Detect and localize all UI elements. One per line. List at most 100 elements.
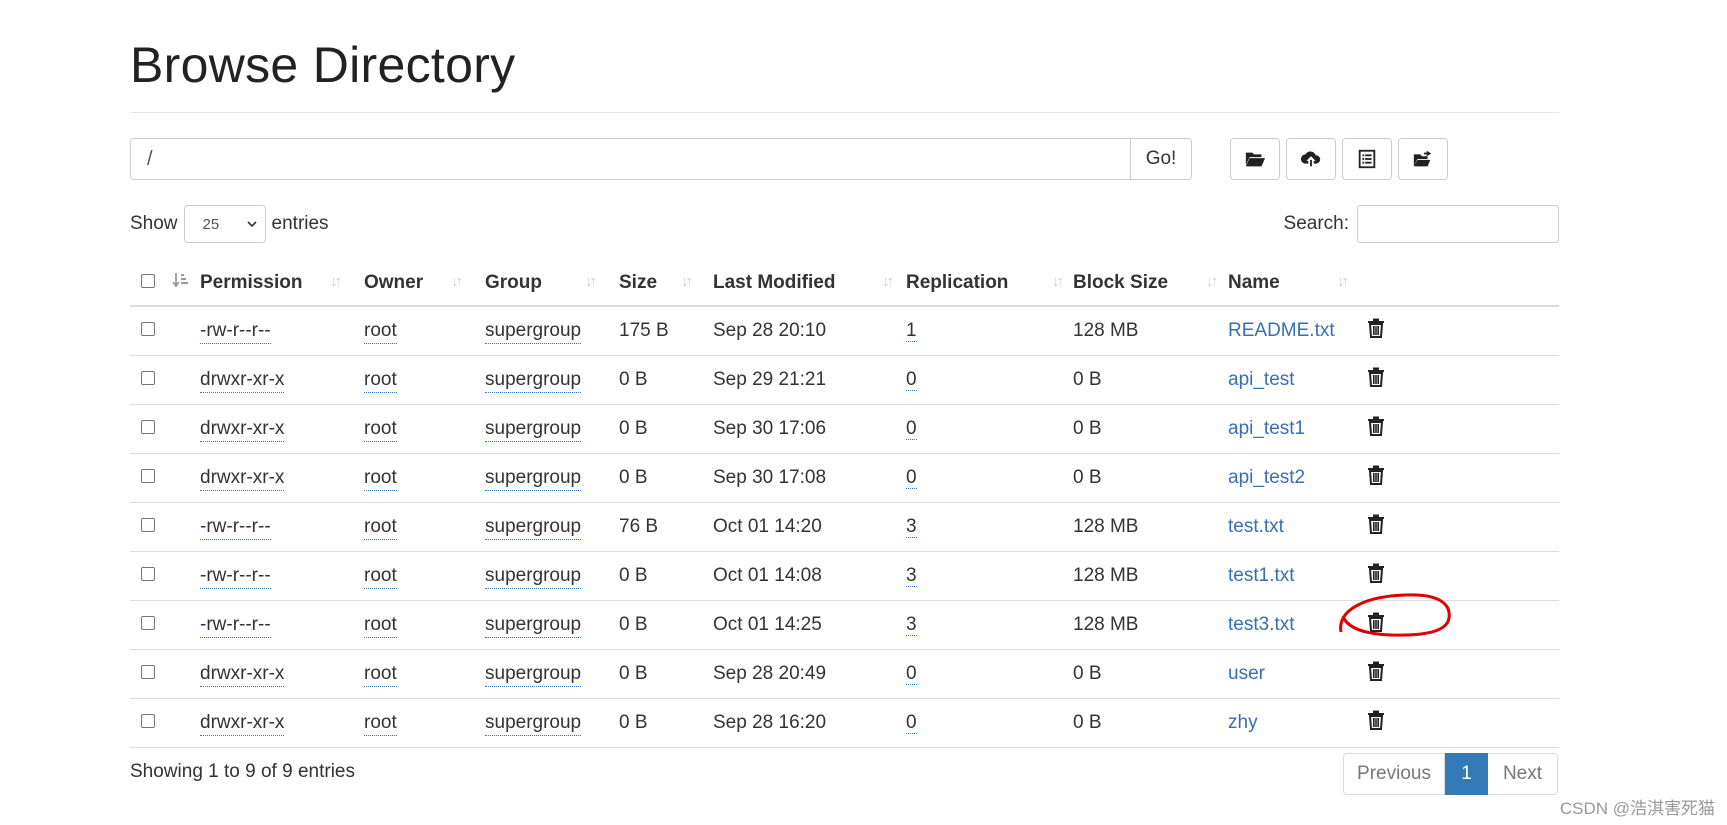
permission-cell[interactable]: -rw-r--r--: [200, 613, 271, 638]
replication-cell[interactable]: 0: [906, 466, 917, 489]
file-name-link[interactable]: test1.txt: [1228, 565, 1295, 586]
permission-cell[interactable]: drwxr-xr-x: [200, 417, 285, 442]
row-checkbox[interactable]: [141, 615, 155, 630]
file-name-link[interactable]: api_test: [1228, 369, 1295, 390]
owner-cell[interactable]: root: [364, 319, 397, 344]
delete-button[interactable]: [1360, 649, 1559, 699]
next-page-button[interactable]: Next: [1488, 753, 1558, 795]
row-checkbox[interactable]: [141, 713, 155, 728]
group-cell[interactable]: supergroup: [485, 613, 582, 638]
delete-button[interactable]: [1360, 551, 1559, 601]
delete-button[interactable]: [1360, 306, 1559, 356]
header-block-size[interactable]: Block Size ↓↑: [1073, 260, 1228, 307]
modified-cell: Oct 01 14:20: [713, 502, 906, 552]
move-button[interactable]: [1398, 138, 1448, 180]
row-checkbox[interactable]: [141, 566, 155, 581]
trash-icon: [1368, 563, 1384, 583]
folder-move-icon: [1413, 150, 1432, 167]
row-checkbox[interactable]: [141, 468, 155, 483]
permission-cell[interactable]: drwxr-xr-x: [200, 368, 285, 393]
upload-button[interactable]: [1286, 138, 1336, 180]
replication-cell[interactable]: 0: [906, 368, 917, 391]
permission-cell[interactable]: -rw-r--r--: [200, 515, 271, 540]
pagination: Previous 1 Next: [1343, 753, 1558, 795]
group-cell[interactable]: supergroup: [485, 711, 582, 736]
owner-cell[interactable]: root: [364, 564, 397, 589]
previous-page-button[interactable]: Previous: [1343, 753, 1445, 795]
trash-icon: [1368, 416, 1384, 436]
delete-button[interactable]: [1360, 355, 1559, 405]
replication-cell[interactable]: 3: [906, 515, 917, 538]
group-cell[interactable]: supergroup: [485, 662, 582, 687]
replication-cell[interactable]: 0: [906, 711, 917, 734]
permission-cell[interactable]: drwxr-xr-x: [200, 662, 285, 687]
entries-select[interactable]: 25: [183, 205, 266, 243]
delete-button[interactable]: [1360, 698, 1559, 748]
row-checkbox[interactable]: [141, 664, 155, 679]
file-name-link[interactable]: test.txt: [1228, 516, 1284, 537]
row-checkbox[interactable]: [141, 419, 155, 434]
delete-button[interactable]: [1360, 404, 1559, 454]
permission-cell[interactable]: drwxr-xr-x: [200, 466, 285, 491]
replication-cell[interactable]: 0: [906, 662, 917, 685]
permission-cell[interactable]: -rw-r--r--: [200, 564, 271, 589]
trash-icon: [1368, 514, 1384, 534]
file-name-link[interactable]: user: [1228, 663, 1265, 684]
select-all-checkbox[interactable]: [141, 273, 155, 288]
delete-button[interactable]: [1360, 453, 1559, 503]
header-permission[interactable]: Permission ↓↑: [200, 260, 364, 307]
permission-cell[interactable]: drwxr-xr-x: [200, 711, 285, 736]
file-name-link[interactable]: test3.txt: [1228, 614, 1295, 635]
cut-paste-button[interactable]: [1342, 138, 1392, 180]
page-1-button[interactable]: 1: [1445, 753, 1488, 795]
group-cell[interactable]: supergroup: [485, 515, 582, 540]
permission-cell[interactable]: -rw-r--r--: [200, 319, 271, 344]
go-button[interactable]: Go!: [1130, 138, 1192, 180]
create-directory-button[interactable]: [1230, 138, 1280, 180]
sort-default-header[interactable]: [172, 260, 200, 307]
row-checkbox[interactable]: [141, 517, 155, 532]
owner-cell[interactable]: root: [364, 613, 397, 638]
replication-cell[interactable]: 3: [906, 564, 917, 587]
group-cell[interactable]: supergroup: [485, 319, 582, 344]
owner-cell[interactable]: root: [364, 417, 397, 442]
table-row: drwxr-xr-x root supergroup 0 B Sep 28 20:49 0…: [130, 649, 1559, 699]
group-cell[interactable]: supergroup: [485, 368, 582, 393]
replication-cell[interactable]: 0: [906, 417, 917, 440]
replication-cell[interactable]: 1: [906, 319, 917, 342]
group-cell[interactable]: supergroup: [485, 564, 582, 589]
table-row: -rw-r--r-- root supergroup 175 B Sep 28 20:1…: [130, 306, 1559, 356]
owner-cell[interactable]: root: [364, 515, 397, 540]
group-cell[interactable]: supergroup: [485, 417, 582, 442]
owner-cell[interactable]: root: [364, 368, 397, 393]
group-cell[interactable]: supergroup: [485, 466, 582, 491]
header-last-modified[interactable]: Last Modified ↓↑: [713, 260, 906, 307]
entries-select-value: 25: [202, 215, 220, 233]
header-group[interactable]: Group ↓↑: [485, 260, 619, 307]
owner-cell[interactable]: root: [364, 711, 397, 736]
size-cell: 0 B: [619, 600, 713, 650]
search-input[interactable]: [1357, 205, 1559, 243]
header-size[interactable]: Size ↓↑: [619, 260, 713, 307]
table-row: drwxr-xr-x root supergroup 0 B Sep 30 17:08 0…: [130, 453, 1559, 503]
sort-icon: ↓↑: [585, 273, 597, 290]
owner-cell[interactable]: root: [364, 662, 397, 687]
row-checkbox[interactable]: [141, 370, 155, 385]
file-name-link[interactable]: api_test1: [1228, 418, 1305, 439]
list-alt-icon: [1358, 149, 1376, 169]
block-size-cell: 0 B: [1073, 404, 1228, 454]
delete-button[interactable]: [1360, 600, 1559, 650]
folder-open-icon: [1245, 152, 1266, 167]
header-replication[interactable]: Replication ↓↑: [906, 260, 1073, 307]
file-name-link[interactable]: api_test2: [1228, 467, 1305, 488]
delete-button[interactable]: [1360, 502, 1559, 552]
path-input[interactable]: [130, 138, 1130, 180]
file-name-link[interactable]: zhy: [1228, 712, 1258, 733]
modified-cell: Sep 30 17:06: [713, 404, 906, 454]
file-name-link[interactable]: README.txt: [1228, 320, 1335, 341]
replication-cell[interactable]: 3: [906, 613, 917, 636]
header-owner[interactable]: Owner ↓↑: [364, 260, 485, 307]
row-checkbox[interactable]: [141, 321, 155, 336]
owner-cell[interactable]: root: [364, 466, 397, 491]
header-name[interactable]: Name ↓↑: [1228, 260, 1360, 307]
